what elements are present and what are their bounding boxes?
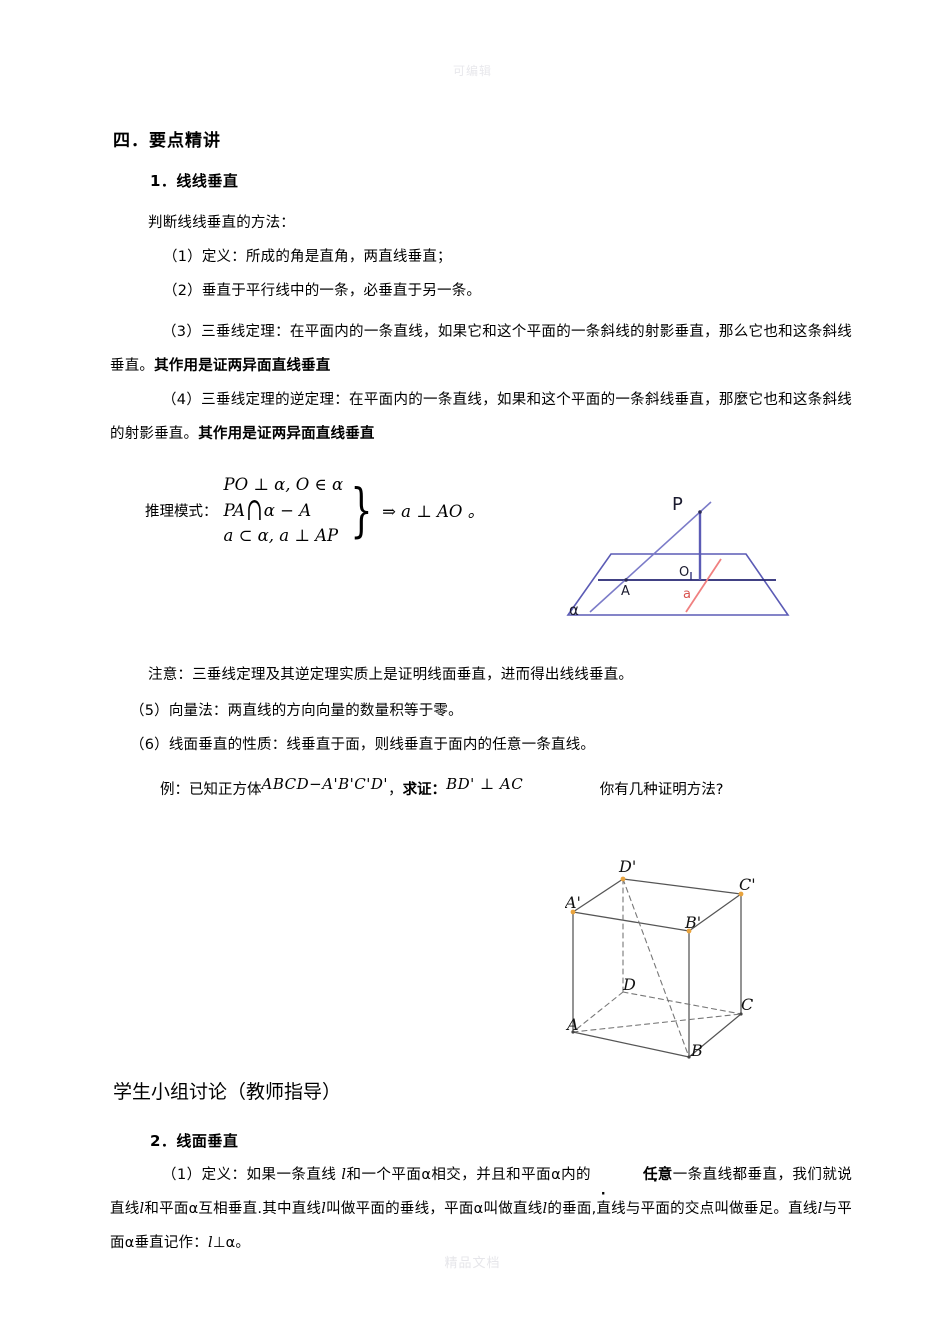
section1-item-6: （6）线面垂直的性质：线垂直于面，则线垂直于面内的任意一条直线。 (130, 737, 596, 753)
three-perpendicular-diagram: P O A a α (548, 482, 848, 636)
section1-item-5: （5）向量法：两直线的方向向量的数量积等于零。 (130, 703, 463, 719)
section1-item-4: （4）三垂线定理的逆定理：在平面内的一条直线，如果和这个平面的一条斜线垂直，那麼… (110, 383, 852, 451)
label-o: O (679, 565, 689, 580)
edge-a-b (572, 1031, 690, 1058)
section1-item-4-emphasis: 其作用是证两异面直线垂直 (198, 426, 375, 442)
example-line: 例：已知正方体ABCD−A'B'C'D'，求证：BD' ⊥ AC 你有几种证明方… (160, 775, 860, 799)
edge-b-prime-a-prime (572, 911, 690, 932)
vertex-a-dot (624, 578, 628, 582)
formula-line-1: PO ⊥ α, O ∈ α (223, 475, 344, 494)
cube-vertex-dots (570, 876, 744, 934)
diagonal-bd-prime (622, 878, 690, 1058)
formula-premises: PO ⊥ α, O ∈ α PA∩α − A a ⊂ α, a ⊥ AP (224, 472, 346, 548)
label-d-prime: D' (618, 857, 636, 876)
label-line-a: a (683, 587, 691, 602)
label-b-prime: B' (684, 913, 701, 932)
section1-item-3-emphasis: 其作用是证两异面直线垂直 (154, 358, 331, 374)
section1-lead: 判断线线垂直的方法： (148, 215, 295, 231)
heading-line-line-perpendicular: 1．线线垂直 (150, 172, 239, 190)
section2-item-1: （1）定义：如果一条直线 l和一个平面α相交，并且和平面α内的任意一条直线都垂直… (110, 1158, 852, 1260)
page-title: 四．要点精讲 (113, 131, 221, 151)
diagonal-ac (572, 1013, 742, 1033)
section2-text-1: （1）定义：如果一条直线 (162, 1167, 337, 1183)
example-prove-label: 求证： (402, 782, 447, 798)
label-a-prime: A' (565, 893, 581, 912)
label-alpha: α (569, 601, 579, 619)
line-a (685, 558, 722, 613)
example-cube-name: ABCD−A'B'C'D' (261, 775, 389, 793)
edge-d-prime-c-prime (622, 878, 742, 895)
watermark-top: 可编辑 (452, 64, 492, 78)
group-discussion-heading: 学生小组讨论（教师指导） (113, 1081, 342, 1103)
label-a: A (621, 584, 630, 599)
example-question: 你有几种证明方法? (599, 782, 724, 798)
formula-label: 推理模式： (145, 503, 218, 520)
section2-emphasis-renyi: 任意 (591, 1158, 672, 1192)
label-p: P (672, 494, 683, 515)
section2-text-2: 和一个平面α相交，并且和平面α内的 (346, 1167, 592, 1183)
label-d: D (622, 975, 636, 994)
section2-text-4: 和平面α互相垂直.其中直线 (144, 1201, 322, 1217)
intersection-symbol: ∩ (246, 489, 263, 528)
formula-line-3: a ⊂ α, a ⊥ AP (223, 526, 339, 545)
formula-line-2: PA∩α − A (223, 490, 344, 528)
label-b: B (690, 1041, 703, 1060)
section1-item-1: （1）定义：所成的角是直角，两直线垂直； (163, 249, 452, 265)
section2-text-8: ⊥α。 (212, 1235, 251, 1251)
edge-d-c-hidden (622, 991, 742, 1015)
formula-conclusion: ⇒ a ⊥ AO 。 (382, 502, 485, 521)
document-page: 可编辑 精品文档 四．要点精讲 1．线线垂直 判断线线垂直的方法： （1）定义：… (0, 0, 945, 1337)
right-brace-icon: } (350, 475, 373, 544)
formula-brace-group: PO ⊥ α, O ∈ α PA∩α − A a ⊂ α, a ⊥ AP } (224, 472, 381, 548)
plane-alpha-shape (566, 553, 790, 616)
heading-line-plane-perpendicular: 2．线面垂直 (150, 1132, 239, 1150)
section2-text-5: 叫做平面的垂线，平面α叫做直线 (326, 1201, 543, 1217)
label-c-prime: C' (739, 875, 756, 894)
edge-d-a-hidden (572, 991, 624, 1033)
vertex-p-dot (698, 510, 702, 514)
section1-note: 注意：三垂线定理及其逆定理实质上是证明线面垂直，进而得出线线垂直。 (148, 667, 634, 683)
inference-formula: 推理模式： PO ⊥ α, O ∈ α PA∩α − A a ⊂ α, a ⊥ … (145, 472, 484, 548)
label-a: A (565, 1015, 579, 1034)
example-middle: ， (388, 782, 403, 798)
section1-item-2: （2）垂直于平行线中的一条，必垂直于另一条。 (163, 283, 482, 299)
example-prefix: 例：已知正方体 (160, 782, 262, 798)
section1-item-3: （3）三垂线定理：在平面内的一条直线，如果它和这个平面的一条斜线的射影垂直，那么… (110, 315, 852, 383)
example-statement: BD' ⊥ AC (446, 775, 524, 793)
section2-text-6: 的垂面,直线与平面的交点叫做垂足。直线 (547, 1201, 818, 1217)
label-c: C (741, 995, 753, 1014)
cube-base-dots (571, 1012, 743, 1059)
cube-diagram: D' C' A' B' D C A B (563, 852, 835, 1086)
formula-line-2-left: PA (223, 501, 246, 520)
formula-line-2-right: α − A (263, 501, 312, 520)
